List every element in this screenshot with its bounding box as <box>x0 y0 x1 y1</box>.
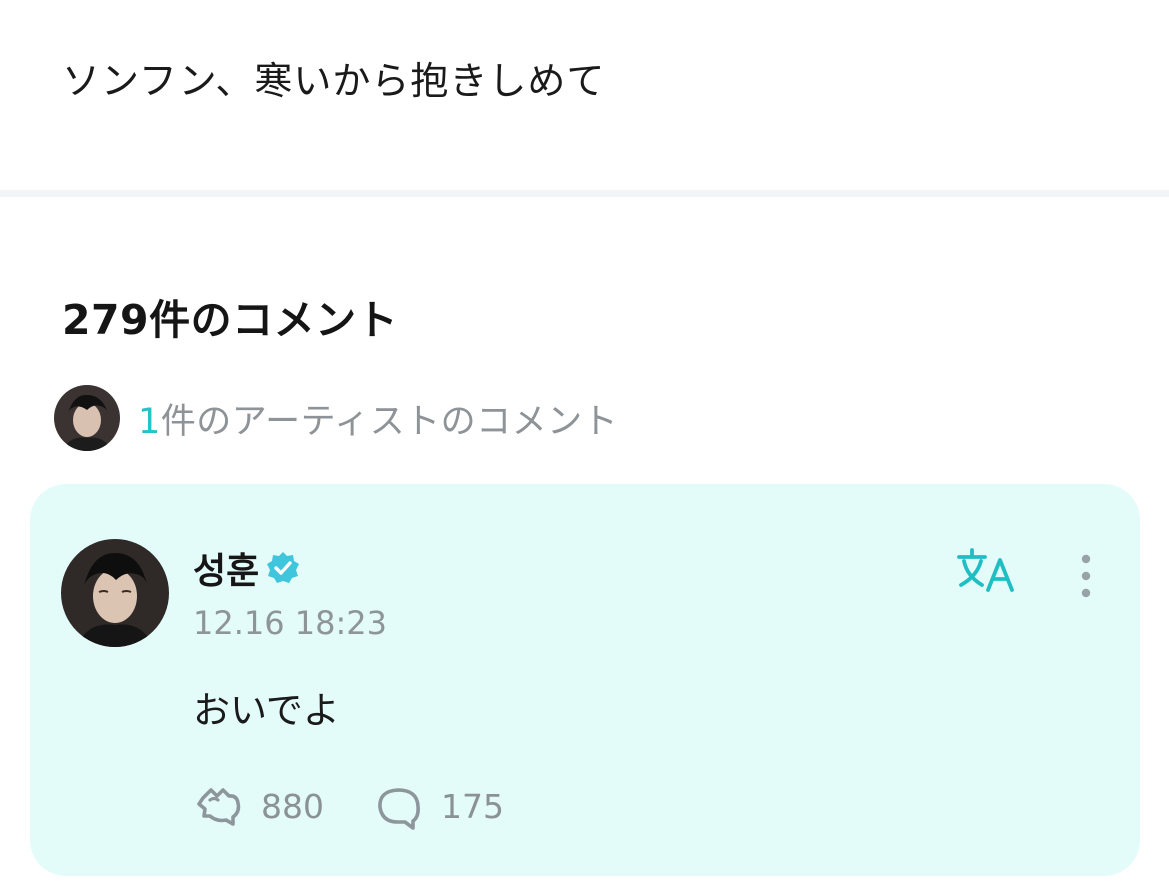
verified-badge-icon <box>265 550 301 586</box>
artist-comment-card: 성훈 12.16 18:23 おいでよ 880 175 <box>30 484 1140 876</box>
more-options-button[interactable] <box>1070 550 1102 602</box>
like-button[interactable]: 880 <box>193 782 324 830</box>
like-count: 880 <box>261 786 324 826</box>
like-icon <box>197 788 241 826</box>
artist-comments-label: 件のアーティストのコメント <box>160 401 619 442</box>
comment-author-name[interactable]: 성훈 <box>193 542 259 594</box>
comment-body: おいでよ <box>193 689 340 732</box>
comments-count-title: 279件のコメント <box>62 296 399 344</box>
section-divider <box>0 190 1169 197</box>
reply-button[interactable]: 175 <box>373 782 504 830</box>
artist-comments-summary-text: 1件のアーティストのコメント <box>138 393 618 444</box>
artist-comments-count: 1 <box>138 401 161 442</box>
translate-button[interactable] <box>954 546 1020 598</box>
comment-author-line: 성훈 <box>193 542 301 594</box>
reply-count: 175 <box>441 786 504 826</box>
artist-avatar-small <box>54 385 120 451</box>
comment-timestamp: 12.16 18:23 <box>193 604 387 642</box>
artist-comments-summary[interactable]: 1件のアーティストのコメント <box>54 384 618 452</box>
more-vertical-icon <box>1081 554 1091 598</box>
artist-avatar[interactable] <box>61 539 169 647</box>
reply-icon <box>378 788 420 830</box>
translate-icon <box>957 548 1014 592</box>
post-text: ソンフン、寒いから抱きしめて <box>62 59 606 103</box>
